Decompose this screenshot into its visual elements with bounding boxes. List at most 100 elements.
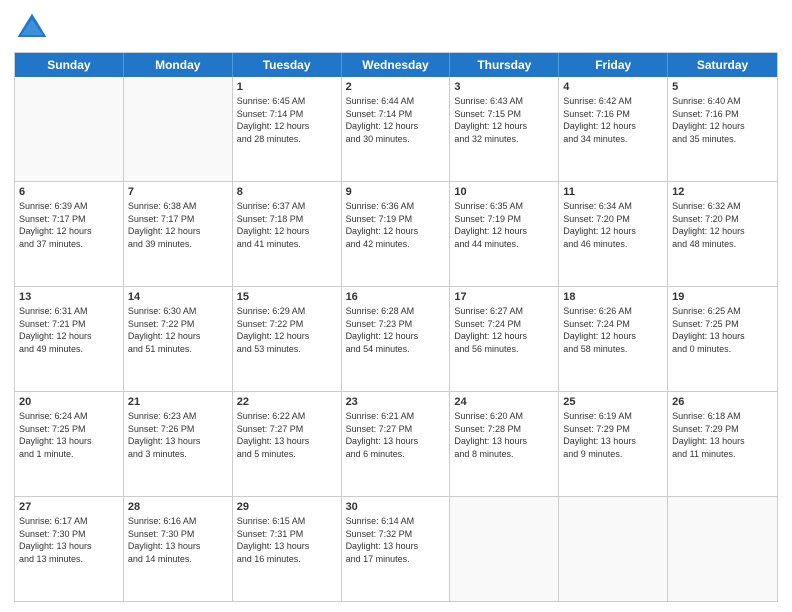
calendar-row-2: 6Sunrise: 6:39 AM Sunset: 7:17 PM Daylig… bbox=[15, 181, 777, 286]
day-number: 7 bbox=[128, 185, 228, 200]
day-info: Sunrise: 6:32 AM Sunset: 7:20 PM Dayligh… bbox=[672, 201, 745, 249]
day-number: 16 bbox=[346, 290, 446, 305]
day-info: Sunrise: 6:24 AM Sunset: 7:25 PM Dayligh… bbox=[19, 411, 92, 459]
day-number: 17 bbox=[454, 290, 554, 305]
day-number: 2 bbox=[346, 80, 446, 95]
day-info: Sunrise: 6:19 AM Sunset: 7:29 PM Dayligh… bbox=[563, 411, 636, 459]
calendar-day-10: 10Sunrise: 6:35 AM Sunset: 7:19 PM Dayli… bbox=[450, 182, 559, 286]
calendar-day-30: 30Sunrise: 6:14 AM Sunset: 7:32 PM Dayli… bbox=[342, 497, 451, 601]
calendar-day-29: 29Sunrise: 6:15 AM Sunset: 7:31 PM Dayli… bbox=[233, 497, 342, 601]
header-day-thursday: Thursday bbox=[450, 53, 559, 77]
calendar-day-8: 8Sunrise: 6:37 AM Sunset: 7:18 PM Daylig… bbox=[233, 182, 342, 286]
day-info: Sunrise: 6:30 AM Sunset: 7:22 PM Dayligh… bbox=[128, 306, 201, 354]
calendar-day-9: 9Sunrise: 6:36 AM Sunset: 7:19 PM Daylig… bbox=[342, 182, 451, 286]
calendar-day-5: 5Sunrise: 6:40 AM Sunset: 7:16 PM Daylig… bbox=[668, 77, 777, 181]
calendar-day-20: 20Sunrise: 6:24 AM Sunset: 7:25 PM Dayli… bbox=[15, 392, 124, 496]
day-number: 3 bbox=[454, 80, 554, 95]
calendar-empty-cell bbox=[559, 497, 668, 601]
calendar-day-19: 19Sunrise: 6:25 AM Sunset: 7:25 PM Dayli… bbox=[668, 287, 777, 391]
calendar-day-7: 7Sunrise: 6:38 AM Sunset: 7:17 PM Daylig… bbox=[124, 182, 233, 286]
day-number: 10 bbox=[454, 185, 554, 200]
calendar-row-5: 27Sunrise: 6:17 AM Sunset: 7:30 PM Dayli… bbox=[15, 496, 777, 601]
day-number: 18 bbox=[563, 290, 663, 305]
day-number: 12 bbox=[672, 185, 773, 200]
day-info: Sunrise: 6:22 AM Sunset: 7:27 PM Dayligh… bbox=[237, 411, 310, 459]
calendar-day-24: 24Sunrise: 6:20 AM Sunset: 7:28 PM Dayli… bbox=[450, 392, 559, 496]
calendar-day-25: 25Sunrise: 6:19 AM Sunset: 7:29 PM Dayli… bbox=[559, 392, 668, 496]
day-number: 11 bbox=[563, 185, 663, 200]
day-info: Sunrise: 6:28 AM Sunset: 7:23 PM Dayligh… bbox=[346, 306, 419, 354]
day-number: 27 bbox=[19, 500, 119, 515]
calendar-empty-cell bbox=[668, 497, 777, 601]
calendar-day-22: 22Sunrise: 6:22 AM Sunset: 7:27 PM Dayli… bbox=[233, 392, 342, 496]
header-day-monday: Monday bbox=[124, 53, 233, 77]
day-info: Sunrise: 6:31 AM Sunset: 7:21 PM Dayligh… bbox=[19, 306, 92, 354]
day-info: Sunrise: 6:44 AM Sunset: 7:14 PM Dayligh… bbox=[346, 96, 419, 144]
day-info: Sunrise: 6:23 AM Sunset: 7:26 PM Dayligh… bbox=[128, 411, 201, 459]
day-number: 1 bbox=[237, 80, 337, 95]
day-number: 26 bbox=[672, 395, 773, 410]
page: SundayMondayTuesdayWednesdayThursdayFrid… bbox=[0, 0, 792, 612]
day-info: Sunrise: 6:25 AM Sunset: 7:25 PM Dayligh… bbox=[672, 306, 745, 354]
day-info: Sunrise: 6:43 AM Sunset: 7:15 PM Dayligh… bbox=[454, 96, 527, 144]
calendar: SundayMondayTuesdayWednesdayThursdayFrid… bbox=[14, 52, 778, 602]
day-info: Sunrise: 6:34 AM Sunset: 7:20 PM Dayligh… bbox=[563, 201, 636, 249]
calendar-row-4: 20Sunrise: 6:24 AM Sunset: 7:25 PM Dayli… bbox=[15, 391, 777, 496]
day-number: 19 bbox=[672, 290, 773, 305]
day-info: Sunrise: 6:18 AM Sunset: 7:29 PM Dayligh… bbox=[672, 411, 745, 459]
calendar-day-2: 2Sunrise: 6:44 AM Sunset: 7:14 PM Daylig… bbox=[342, 77, 451, 181]
header-day-saturday: Saturday bbox=[668, 53, 777, 77]
calendar-day-15: 15Sunrise: 6:29 AM Sunset: 7:22 PM Dayli… bbox=[233, 287, 342, 391]
calendar-empty-cell bbox=[450, 497, 559, 601]
day-info: Sunrise: 6:27 AM Sunset: 7:24 PM Dayligh… bbox=[454, 306, 527, 354]
calendar-day-1: 1Sunrise: 6:45 AM Sunset: 7:14 PM Daylig… bbox=[233, 77, 342, 181]
calendar-day-11: 11Sunrise: 6:34 AM Sunset: 7:20 PM Dayli… bbox=[559, 182, 668, 286]
day-info: Sunrise: 6:15 AM Sunset: 7:31 PM Dayligh… bbox=[237, 516, 310, 564]
calendar-day-17: 17Sunrise: 6:27 AM Sunset: 7:24 PM Dayli… bbox=[450, 287, 559, 391]
calendar-empty-cell bbox=[15, 77, 124, 181]
day-number: 30 bbox=[346, 500, 446, 515]
day-number: 25 bbox=[563, 395, 663, 410]
calendar-day-13: 13Sunrise: 6:31 AM Sunset: 7:21 PM Dayli… bbox=[15, 287, 124, 391]
calendar-day-21: 21Sunrise: 6:23 AM Sunset: 7:26 PM Dayli… bbox=[124, 392, 233, 496]
logo-icon bbox=[14, 10, 50, 46]
day-info: Sunrise: 6:42 AM Sunset: 7:16 PM Dayligh… bbox=[563, 96, 636, 144]
day-info: Sunrise: 6:17 AM Sunset: 7:30 PM Dayligh… bbox=[19, 516, 92, 564]
day-info: Sunrise: 6:26 AM Sunset: 7:24 PM Dayligh… bbox=[563, 306, 636, 354]
calendar-body: 1Sunrise: 6:45 AM Sunset: 7:14 PM Daylig… bbox=[15, 77, 777, 601]
day-info: Sunrise: 6:35 AM Sunset: 7:19 PM Dayligh… bbox=[454, 201, 527, 249]
day-number: 9 bbox=[346, 185, 446, 200]
day-info: Sunrise: 6:16 AM Sunset: 7:30 PM Dayligh… bbox=[128, 516, 201, 564]
calendar-day-12: 12Sunrise: 6:32 AM Sunset: 7:20 PM Dayli… bbox=[668, 182, 777, 286]
day-number: 5 bbox=[672, 80, 773, 95]
day-number: 6 bbox=[19, 185, 119, 200]
day-number: 23 bbox=[346, 395, 446, 410]
day-info: Sunrise: 6:20 AM Sunset: 7:28 PM Dayligh… bbox=[454, 411, 527, 459]
day-number: 28 bbox=[128, 500, 228, 515]
day-number: 8 bbox=[237, 185, 337, 200]
calendar-empty-cell bbox=[124, 77, 233, 181]
header-day-sunday: Sunday bbox=[15, 53, 124, 77]
calendar-day-16: 16Sunrise: 6:28 AM Sunset: 7:23 PM Dayli… bbox=[342, 287, 451, 391]
header-day-tuesday: Tuesday bbox=[233, 53, 342, 77]
day-number: 4 bbox=[563, 80, 663, 95]
header bbox=[14, 10, 778, 46]
calendar-day-3: 3Sunrise: 6:43 AM Sunset: 7:15 PM Daylig… bbox=[450, 77, 559, 181]
day-info: Sunrise: 6:40 AM Sunset: 7:16 PM Dayligh… bbox=[672, 96, 745, 144]
day-number: 13 bbox=[19, 290, 119, 305]
calendar-row-1: 1Sunrise: 6:45 AM Sunset: 7:14 PM Daylig… bbox=[15, 77, 777, 181]
day-number: 22 bbox=[237, 395, 337, 410]
calendar-header-row: SundayMondayTuesdayWednesdayThursdayFrid… bbox=[15, 53, 777, 77]
header-day-wednesday: Wednesday bbox=[342, 53, 451, 77]
day-info: Sunrise: 6:14 AM Sunset: 7:32 PM Dayligh… bbox=[346, 516, 419, 564]
day-number: 14 bbox=[128, 290, 228, 305]
day-info: Sunrise: 6:38 AM Sunset: 7:17 PM Dayligh… bbox=[128, 201, 201, 249]
calendar-day-27: 27Sunrise: 6:17 AM Sunset: 7:30 PM Dayli… bbox=[15, 497, 124, 601]
day-info: Sunrise: 6:45 AM Sunset: 7:14 PM Dayligh… bbox=[237, 96, 310, 144]
calendar-day-18: 18Sunrise: 6:26 AM Sunset: 7:24 PM Dayli… bbox=[559, 287, 668, 391]
day-info: Sunrise: 6:39 AM Sunset: 7:17 PM Dayligh… bbox=[19, 201, 92, 249]
day-number: 20 bbox=[19, 395, 119, 410]
calendar-day-14: 14Sunrise: 6:30 AM Sunset: 7:22 PM Dayli… bbox=[124, 287, 233, 391]
day-info: Sunrise: 6:37 AM Sunset: 7:18 PM Dayligh… bbox=[237, 201, 310, 249]
calendar-day-26: 26Sunrise: 6:18 AM Sunset: 7:29 PM Dayli… bbox=[668, 392, 777, 496]
